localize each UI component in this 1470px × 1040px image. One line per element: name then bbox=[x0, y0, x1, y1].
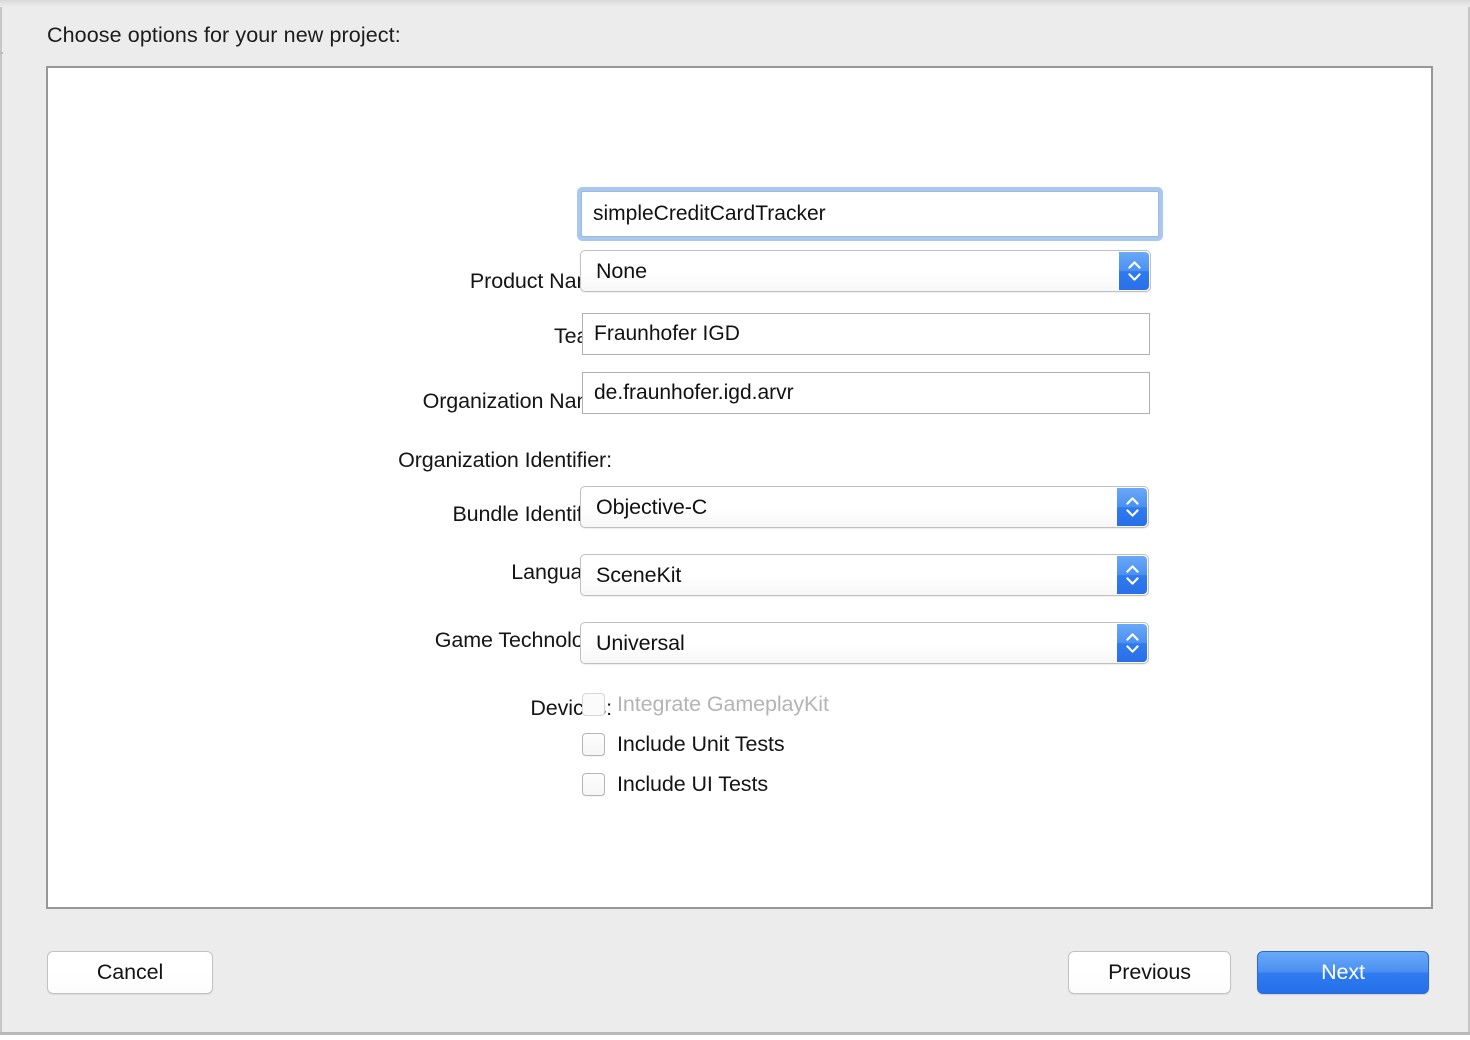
next-button[interactable]: Next bbox=[1257, 951, 1429, 994]
previous-button[interactable]: Previous bbox=[1068, 951, 1231, 994]
product-name-input[interactable] bbox=[581, 191, 1159, 237]
game-technology-popup-button[interactable]: SceneKit bbox=[580, 554, 1149, 596]
chevron-up-down-icon[interactable] bbox=[1119, 252, 1149, 290]
include-ui-tests-checkbox-row[interactable]: Include UI Tests bbox=[582, 772, 768, 797]
devices-popup-button[interactable]: Universal bbox=[580, 622, 1149, 664]
language-popup-button[interactable]: Objective-C bbox=[580, 486, 1149, 528]
checkbox-include-unit-tests[interactable] bbox=[582, 733, 605, 756]
integrate-gameplaykit-label: Integrate GameplayKit bbox=[617, 692, 829, 717]
organization-identifier-input[interactable] bbox=[582, 372, 1150, 414]
window-left-edge bbox=[0, 7, 2, 1033]
page-title: Choose options for your new project: bbox=[47, 23, 401, 48]
include-unit-tests-checkbox-row[interactable]: Include Unit Tests bbox=[582, 732, 785, 757]
organization-name-input[interactable] bbox=[582, 313, 1150, 355]
team-popup-button[interactable]: None bbox=[580, 250, 1151, 292]
include-ui-tests-label: Include UI Tests bbox=[617, 772, 768, 797]
checkbox-integrate-gameplaykit bbox=[582, 693, 605, 716]
team-label: Team: bbox=[348, 324, 612, 349]
include-unit-tests-label: Include Unit Tests bbox=[617, 732, 785, 757]
window-titlebar-strip bbox=[0, 0, 1470, 7]
integrate-gameplaykit-checkbox-row[interactable]: Integrate GameplayKit bbox=[582, 692, 829, 717]
window-sidebar-divider bbox=[0, 52, 3, 54]
organization-name-label: Organization Name: bbox=[348, 389, 612, 414]
window-bottom-shadow bbox=[0, 1035, 1470, 1040]
chevron-up-down-icon[interactable] bbox=[1117, 624, 1147, 662]
chevron-up-down-icon[interactable] bbox=[1117, 556, 1147, 594]
bundle-identifier-label: Bundle Identifier: bbox=[348, 502, 612, 527]
product-name-label: Product Name: bbox=[348, 269, 612, 294]
cancel-button[interactable]: Cancel bbox=[47, 951, 213, 994]
language-label: Language: bbox=[348, 560, 612, 585]
game-technology-label: Game Technology: bbox=[348, 628, 612, 653]
devices-label: Devices: bbox=[348, 696, 612, 721]
organization-identifier-label: Organization Identifier: bbox=[348, 448, 612, 473]
checkbox-include-ui-tests[interactable] bbox=[582, 773, 605, 796]
new-project-options-dialog: Choose options for your new project: Pro… bbox=[0, 0, 1470, 1040]
options-content-panel: Product Name: Team: None bbox=[46, 66, 1433, 909]
chevron-up-down-icon[interactable] bbox=[1117, 488, 1147, 526]
